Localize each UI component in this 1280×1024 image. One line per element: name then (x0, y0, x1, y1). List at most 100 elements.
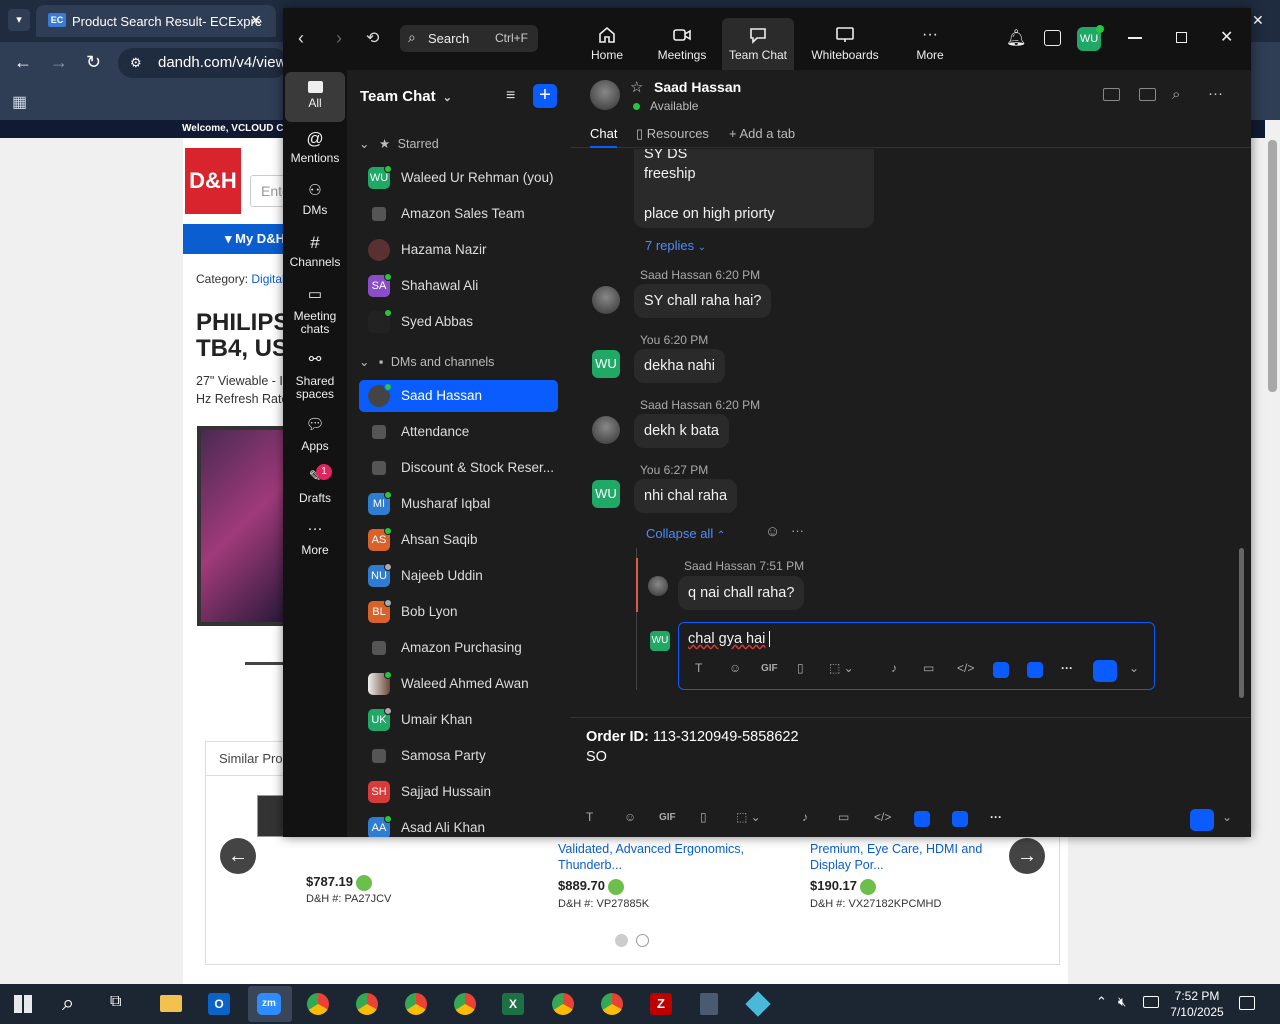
thread-reply-input[interactable]: chal gya hai (688, 631, 771, 648)
send-icon[interactable] (1093, 660, 1117, 682)
excel-icon[interactable]: X (502, 993, 524, 1015)
app-icon[interactable] (952, 811, 968, 827)
sidebar-item-amazon-purchasing[interactable]: Amazon Purchasing (359, 632, 558, 664)
carousel-dot[interactable] (636, 934, 649, 947)
video-off-icon[interactable] (1103, 88, 1120, 101)
emoji-icon[interactable]: ☺ (729, 661, 741, 675)
address-bar[interactable]: dandh.com/v4/view? (118, 48, 288, 78)
notifications-icon[interactable] (1239, 996, 1255, 1010)
rail-dms[interactable]: ⚇ DMs (285, 183, 345, 217)
nav-home[interactable]: Home (582, 26, 632, 62)
file-icon[interactable]: ▯ (700, 810, 707, 824)
outlook-icon[interactable]: O (208, 993, 230, 1015)
zoom-back-icon[interactable]: ‹ (298, 28, 304, 49)
star-outline-icon[interactable]: ☆ (630, 78, 643, 96)
section-dms-channels[interactable]: ⌄ ▪ DMs and channels (359, 354, 494, 369)
sidebar-item-attendance[interactable]: Attendance (359, 416, 558, 448)
code-icon[interactable]: </> (957, 661, 974, 675)
new-chat-button[interactable]: + (533, 84, 557, 108)
chrome-icon[interactable] (405, 993, 427, 1015)
avatar[interactable]: WU (592, 350, 620, 378)
site-info-icon[interactable]: ⚙ (130, 55, 142, 71)
sidebar-title[interactable]: Team Chat ⌄ (360, 88, 452, 105)
sidebar-item-waleed-ur-rehman[interactable]: WU Waleed Ur Rehman (you) (359, 162, 558, 194)
sidebar-item-syed-abbas[interactable]: Syed Abbas (359, 306, 558, 338)
rail-shared-spaces[interactable]: ⚯ Shared spaces (285, 352, 345, 401)
carousel-dot-active[interactable] (615, 934, 628, 947)
sidebar-item-bob-lyon[interactable]: BL Bob Lyon (359, 596, 558, 628)
avatar[interactable] (592, 286, 620, 314)
code-icon[interactable]: </> (874, 810, 891, 824)
product-2-desc[interactable]: Validated, Advanced Ergonomics, Thunderb… (558, 841, 778, 873)
contact-name[interactable]: Saad Hassan (654, 79, 741, 95)
replies-link[interactable]: 7 replies ⌄ (645, 238, 706, 253)
browser-close-icon[interactable]: ✕ (1252, 12, 1264, 29)
app-icon[interactable] (993, 662, 1009, 678)
collapse-all-link[interactable]: Collapse all ⌃ (646, 526, 725, 541)
volume-muted-icon[interactable]: 🔇︎ (1118, 994, 1126, 1010)
rail-all[interactable]: All (285, 72, 345, 122)
mic-icon[interactable]: ♪ (802, 810, 808, 824)
sidebar-item-musharaf-iqbal[interactable]: MI Musharaf Iqbal (359, 488, 558, 520)
close-tab-icon[interactable]: ✕ (250, 12, 262, 29)
message-more-icon[interactable]: ··· (791, 523, 804, 538)
chrome-icon[interactable] (454, 993, 476, 1015)
rail-meeting-chats[interactable]: ▭ Meeting chats (285, 287, 345, 336)
more-tools-icon[interactable]: ··· (1061, 661, 1073, 675)
gif-icon[interactable]: GIF (659, 812, 676, 823)
message-bubble[interactable]: dekh k bata (634, 414, 729, 448)
forward-icon[interactable]: → (50, 52, 68, 73)
sidebar-item-ahsan-saqib[interactable]: AS Ahsan Saqib (359, 524, 558, 556)
search-chat-icon[interactable]: ⌕ (1172, 86, 1180, 103)
section-starred[interactable]: ⌄ ★ Starred (359, 136, 439, 151)
file-icon[interactable]: ▯ (797, 661, 804, 675)
message-bubble[interactable]: SY chall raha hai? (634, 284, 772, 318)
chrome-icon[interactable] (552, 993, 574, 1015)
nav-team-chat[interactable]: Team Chat (722, 26, 794, 62)
tab-list-button[interactable]: ▾ (8, 9, 30, 31)
sidebar-item-najeeb-uddin[interactable]: NU Najeeb Uddin (359, 560, 558, 592)
sidebar-item-hazama-nazir[interactable]: Hazama Nazir (359, 234, 558, 266)
file-explorer-icon[interactable] (160, 995, 182, 1012)
rail-drafts[interactable]: ✎ Drafts (285, 469, 345, 505)
add-reaction-icon[interactable]: ☺ (765, 523, 780, 540)
contact-avatar[interactable] (590, 80, 620, 110)
sidebar-item-shahawal-ali[interactable]: SA Shahawal Ali (359, 270, 558, 302)
page-scroll-thumb[interactable] (1268, 140, 1277, 392)
rail-more[interactable]: ··· More (285, 521, 345, 557)
chrome-icon[interactable] (307, 993, 329, 1015)
similar-thumb-image[interactable] (257, 795, 285, 837)
tab-add[interactable]: + Add a tab (729, 126, 795, 141)
message-bubble[interactable]: dekha nahi (634, 349, 725, 383)
nav-whiteboards[interactable]: Whiteboards (806, 26, 884, 62)
sidebar-item-umair-khan[interactable]: UK Umair Khan (359, 704, 558, 736)
avatar[interactable] (648, 576, 668, 596)
sidebar-item-waleed-ahmed-awan[interactable]: Waleed Ahmed Awan (359, 668, 558, 700)
chrome-icon[interactable] (356, 993, 378, 1015)
zoom-forward-icon[interactable]: › (336, 28, 342, 49)
zoom-search-box[interactable]: ⌕ Search Ctrl+F (400, 25, 538, 52)
message-bubble[interactable]: q nai chall raha? (678, 576, 805, 610)
carousel-prev-icon[interactable]: ← (220, 838, 256, 874)
sidebar-item-amazon-sales-team[interactable]: Amazon Sales Team (359, 198, 558, 230)
sidebar-item-saad-hassan[interactable]: Saad Hassan (359, 380, 558, 412)
windows-start-icon[interactable] (14, 995, 32, 1013)
composer-input[interactable]: Order ID: 113-3120949-5858622 SO (586, 727, 799, 767)
sidebar-item-discount-stock[interactable]: Discount & Stock Reser... (359, 452, 558, 484)
bell-icon[interactable]: 🔔︎ (1006, 28, 1026, 48)
avatar[interactable]: WU (592, 480, 620, 508)
sidebar-item-sajjad-hussain[interactable]: SH Sajjad Hussain (359, 776, 558, 808)
gif-icon[interactable]: GIF (761, 663, 778, 674)
message-bubble[interactable]: nhi chal raha (634, 479, 738, 513)
format-text-icon[interactable]: T (695, 661, 702, 675)
video-message-icon[interactable]: ▭ (838, 810, 849, 824)
calculator-icon[interactable] (700, 993, 718, 1015)
my-dh-menu[interactable]: ▾ My D&H (183, 224, 288, 254)
emoji-icon[interactable]: ☺ (624, 810, 636, 824)
nav-meetings[interactable]: Meetings (652, 26, 712, 62)
send-options-icon[interactable]: ⌄ (1129, 661, 1139, 675)
tray-chevron-icon[interactable]: ⌃ (1096, 994, 1107, 1010)
rail-mentions[interactable]: @ Mentions (285, 130, 345, 165)
carousel-next-icon[interactable]: → (1009, 838, 1045, 874)
minimize-icon[interactable] (1128, 37, 1142, 39)
